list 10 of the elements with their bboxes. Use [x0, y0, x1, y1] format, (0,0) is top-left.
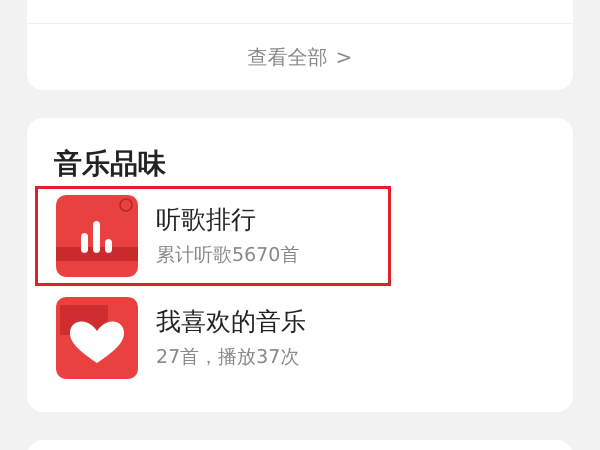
playlist-title: 我喜欢的音乐: [156, 306, 306, 338]
playlist-item[interactable]: 听歌排行 累计听歌5670首: [35, 186, 391, 286]
heart-cover-icon: [56, 297, 138, 379]
playlist-title: 听歌排行: [156, 204, 257, 236]
bar-chart-cover-icon: [56, 195, 138, 277]
playlist-item[interactable]: 我喜欢的音乐 27首，播放37次: [35, 288, 391, 388]
view-all-link[interactable]: 查看全部 >: [27, 24, 573, 90]
playlist-stats: 累计听歌5670首: [156, 243, 300, 268]
playlist-stats: 27首，播放37次: [156, 345, 300, 370]
section-title: 音乐品味: [54, 146, 167, 182]
